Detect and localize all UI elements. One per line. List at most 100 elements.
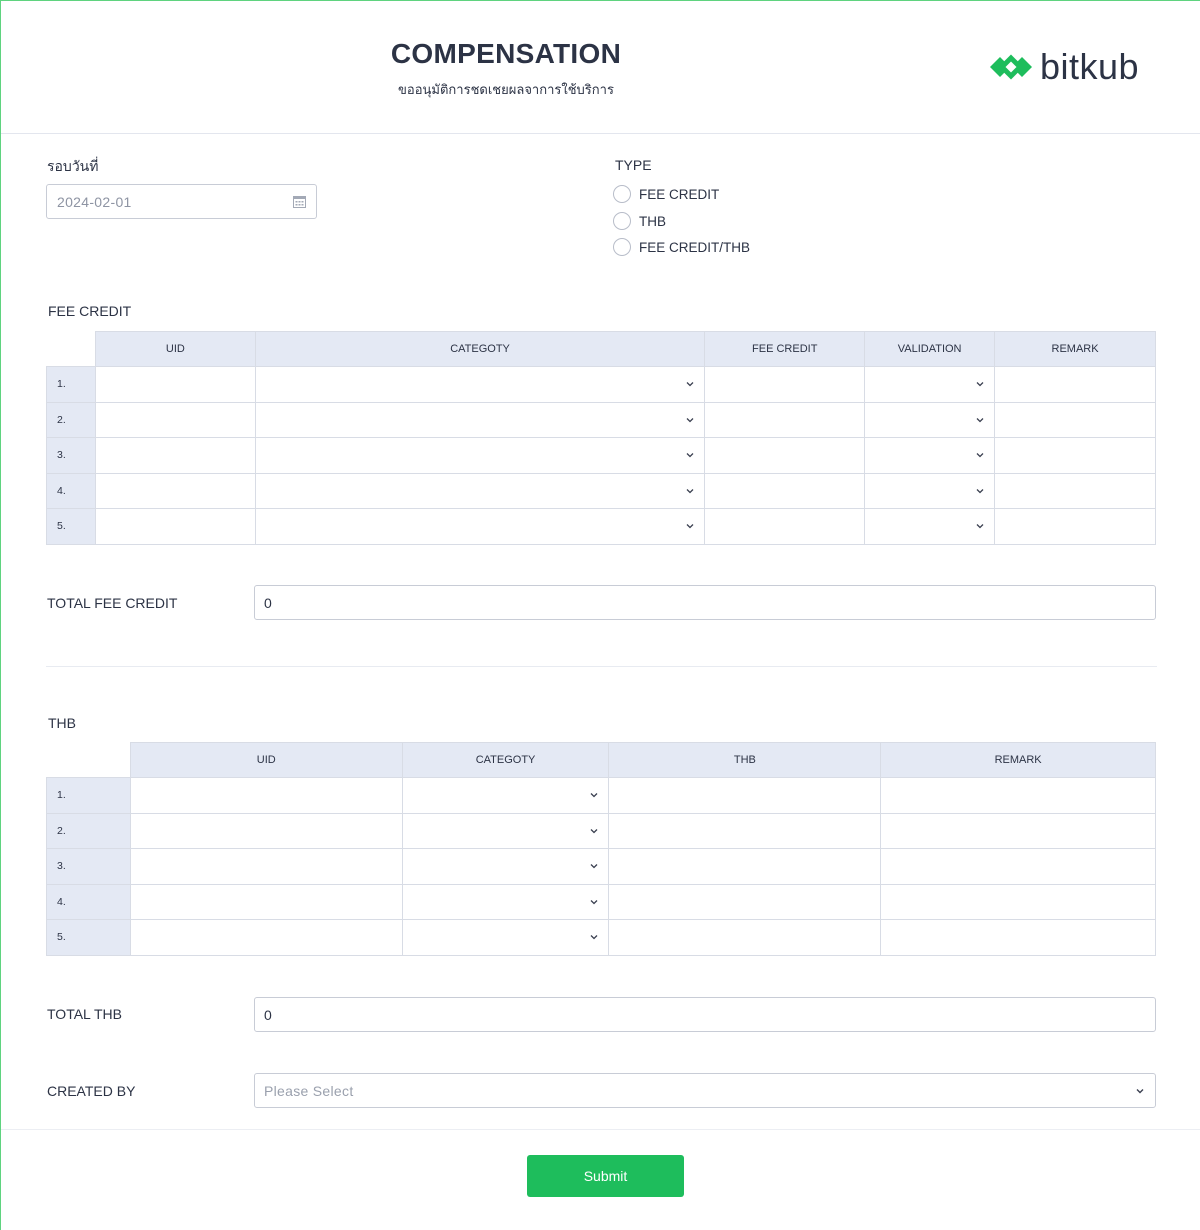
category-select[interactable] xyxy=(401,848,610,885)
chevron-down-icon xyxy=(976,524,984,529)
category-select[interactable] xyxy=(254,366,706,403)
table-row: 3. xyxy=(46,848,1156,885)
remark-cell[interactable] xyxy=(880,883,1156,920)
total-fee-credit-value: 0 xyxy=(264,595,272,611)
validation-select[interactable] xyxy=(864,401,996,438)
logo-text: bitkub xyxy=(1040,46,1140,87)
row-number: 4. xyxy=(46,883,131,920)
thb-cell[interactable] xyxy=(608,883,882,920)
validation-select[interactable] xyxy=(864,366,996,403)
radio-button[interactable] xyxy=(613,238,631,256)
chevron-down-icon xyxy=(686,524,694,529)
uid-cell[interactable] xyxy=(94,472,256,509)
type-option-fee-credit-thb[interactable]: FEE CREDIT/THB xyxy=(613,237,750,257)
table-row: 1. xyxy=(46,366,1156,403)
chevron-down-icon xyxy=(591,935,598,940)
remark-cell[interactable] xyxy=(994,401,1156,438)
uid-cell[interactable] xyxy=(94,401,256,438)
fee-credit-cell[interactable] xyxy=(704,401,866,438)
column-header-remark: REMARK xyxy=(880,742,1156,778)
uid-cell[interactable] xyxy=(94,366,256,403)
table-row: 1. xyxy=(46,777,1156,814)
chevron-down-icon xyxy=(976,417,984,422)
footer-divider xyxy=(1,1129,1200,1130)
validation-select[interactable] xyxy=(864,437,996,474)
validation-select[interactable] xyxy=(864,472,996,509)
column-header-thb: THB xyxy=(608,742,882,778)
category-select[interactable] xyxy=(254,508,706,545)
table-corner xyxy=(46,742,131,778)
uid-cell[interactable] xyxy=(129,883,403,920)
row-number: 4. xyxy=(46,472,96,509)
remark-cell[interactable] xyxy=(994,437,1156,474)
table-row: 4. xyxy=(46,472,1156,509)
remark-cell[interactable] xyxy=(880,812,1156,849)
form-header: COMPENSATION ขออนุมัติการชดเชยผลจาการใช้… xyxy=(1,1,1200,134)
category-select[interactable] xyxy=(401,883,610,920)
chevron-down-icon xyxy=(686,488,694,493)
thb-cell[interactable] xyxy=(608,848,882,885)
row-number: 5. xyxy=(46,508,96,545)
column-header-uid: UID xyxy=(129,742,403,778)
remark-cell[interactable] xyxy=(880,848,1156,885)
chevron-down-icon xyxy=(976,453,984,458)
fee-credit-table: UID CATEGOTY FEE CREDIT VALIDATION REMAR… xyxy=(46,331,1156,545)
radio-label: THB xyxy=(639,213,666,229)
chevron-down-icon xyxy=(591,899,598,904)
date-input[interactable]: 2024-02-01 xyxy=(46,184,317,219)
thb-cell[interactable] xyxy=(608,777,882,814)
column-header-fee-credit: FEE CREDIT xyxy=(704,331,866,367)
category-select[interactable] xyxy=(401,812,610,849)
date-value: 2024-02-01 xyxy=(57,194,132,210)
fee-credit-cell[interactable] xyxy=(704,437,866,474)
remark-cell[interactable] xyxy=(994,366,1156,403)
category-select[interactable] xyxy=(401,777,610,814)
thb-cell[interactable] xyxy=(608,812,882,849)
type-option-fee-credit[interactable]: FEE CREDIT xyxy=(613,184,719,204)
created-by-select[interactable]: Please Select xyxy=(254,1073,1156,1108)
uid-cell[interactable] xyxy=(94,437,256,474)
total-fee-credit-input[interactable]: 0 xyxy=(254,585,1156,620)
column-header-validation: VALIDATION xyxy=(864,331,996,367)
table-row: 2. xyxy=(46,401,1156,438)
category-select[interactable] xyxy=(254,472,706,509)
radio-label: FEE CREDIT/THB xyxy=(639,239,751,255)
date-label: รอบวันที่ xyxy=(47,158,99,174)
row-number: 3. xyxy=(46,437,96,474)
row-number: 3. xyxy=(46,848,131,885)
radio-button[interactable] xyxy=(613,212,631,230)
total-thb-label: TOTAL THB xyxy=(47,1006,122,1022)
row-number: 2. xyxy=(46,812,131,849)
fee-credit-cell[interactable] xyxy=(704,366,866,403)
thb-cell[interactable] xyxy=(608,919,882,956)
uid-cell[interactable] xyxy=(129,848,403,885)
column-header-remark: REMARK xyxy=(994,331,1156,367)
remark-cell[interactable] xyxy=(994,508,1156,545)
uid-cell[interactable] xyxy=(129,812,403,849)
category-select[interactable] xyxy=(401,919,610,956)
radio-button[interactable] xyxy=(613,185,631,203)
uid-cell[interactable] xyxy=(129,919,403,956)
fee-credit-section-label: FEE CREDIT xyxy=(48,303,132,319)
fee-credit-cell[interactable] xyxy=(704,508,866,545)
type-option-thb[interactable]: THB xyxy=(613,211,666,231)
column-header-uid: UID xyxy=(94,331,256,367)
uid-cell[interactable] xyxy=(94,508,256,545)
uid-cell[interactable] xyxy=(129,777,403,814)
total-fee-credit-label: TOTAL FEE CREDIT xyxy=(47,595,178,611)
column-header-category: CATEGOTY xyxy=(254,331,706,367)
remark-cell[interactable] xyxy=(880,919,1156,956)
chevron-down-icon xyxy=(591,828,598,833)
calendar-icon[interactable] xyxy=(293,195,306,208)
remark-cell[interactable] xyxy=(880,777,1156,814)
category-select[interactable] xyxy=(254,401,706,438)
chevron-down-icon xyxy=(976,382,984,387)
category-select[interactable] xyxy=(254,437,706,474)
row-number: 2. xyxy=(46,401,96,438)
validation-select[interactable] xyxy=(864,508,996,545)
fee-credit-cell[interactable] xyxy=(704,472,866,509)
total-thb-input[interactable]: 0 xyxy=(254,997,1156,1032)
submit-button[interactable]: Submit xyxy=(527,1155,684,1197)
remark-cell[interactable] xyxy=(994,472,1156,509)
table-row: 5. xyxy=(46,919,1156,956)
